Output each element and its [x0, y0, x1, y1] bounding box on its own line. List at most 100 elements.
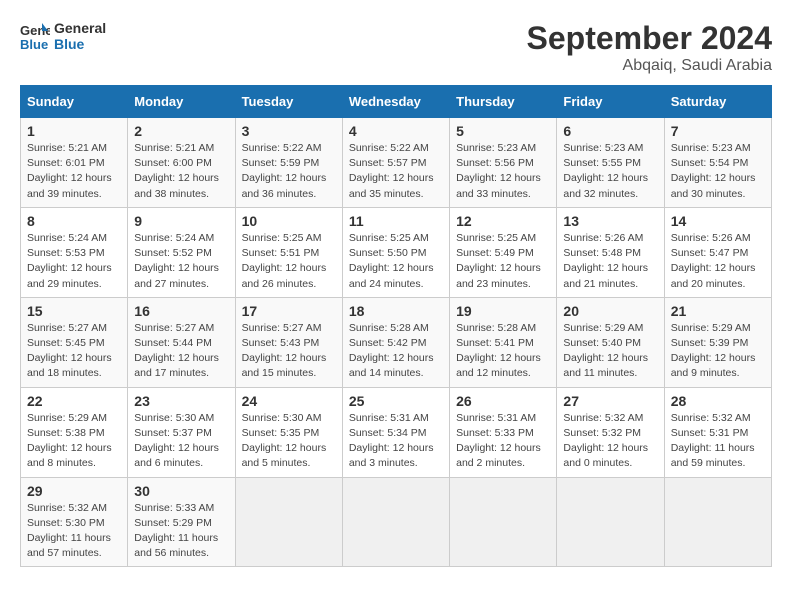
- day-info: Sunrise: 5:27 AM Sunset: 5:43 PM Dayligh…: [242, 321, 336, 382]
- logo: General Blue General Blue: [20, 20, 106, 52]
- day-info: Sunrise: 5:21 AM Sunset: 6:01 PM Dayligh…: [27, 141, 121, 202]
- calendar-cell: 7 Sunrise: 5:23 AM Sunset: 5:54 PM Daylig…: [664, 118, 771, 208]
- day-info: Sunrise: 5:32 AM Sunset: 5:31 PM Dayligh…: [671, 411, 765, 472]
- calendar-cell: 13 Sunrise: 5:26 AM Sunset: 5:48 PM Dayli…: [557, 207, 664, 297]
- calendar-week-3: 22Sunrise: 5:29 AM Sunset: 5:38 PM Dayli…: [21, 387, 772, 477]
- calendar-cell: 27 Sunrise: 5:32 AM Sunset: 5:32 PM Dayli…: [557, 387, 664, 477]
- day-number: 18: [349, 303, 443, 319]
- calendar-week-1: 8Sunrise: 5:24 AM Sunset: 5:53 PM Daylig…: [21, 207, 772, 297]
- day-info: Sunrise: 5:22 AM Sunset: 5:57 PM Dayligh…: [349, 141, 443, 202]
- day-info: Sunrise: 5:25 AM Sunset: 5:51 PM Dayligh…: [242, 231, 336, 292]
- calendar-cell: 29 Sunrise: 5:32 AM Sunset: 5:30 PM Dayli…: [21, 477, 128, 567]
- day-number: 2: [134, 123, 228, 139]
- day-number: 5: [456, 123, 550, 139]
- day-info: Sunrise: 5:21 AM Sunset: 6:00 PM Dayligh…: [134, 141, 228, 202]
- day-number: 20: [563, 303, 657, 319]
- day-info: Sunrise: 5:28 AM Sunset: 5:41 PM Dayligh…: [456, 321, 550, 382]
- day-info: Sunrise: 5:23 AM Sunset: 5:56 PM Dayligh…: [456, 141, 550, 202]
- day-number: 27: [563, 393, 657, 409]
- day-info: Sunrise: 5:27 AM Sunset: 5:44 PM Dayligh…: [134, 321, 228, 382]
- calendar-cell: 12 Sunrise: 5:25 AM Sunset: 5:49 PM Dayli…: [450, 207, 557, 297]
- day-number: 7: [671, 123, 765, 139]
- day-number: 15: [27, 303, 121, 319]
- logo-line1: General: [54, 20, 106, 36]
- day-header-monday: Monday: [128, 86, 235, 118]
- day-number: 10: [242, 213, 336, 229]
- calendar-week-2: 15 Sunrise: 5:27 AM Sunset: 5:45 PM Dayli…: [21, 297, 772, 387]
- day-number: 14: [671, 213, 765, 229]
- calendar-cell: 10 Sunrise: 5:25 AM Sunset: 5:51 PM Dayli…: [235, 207, 342, 297]
- day-info: Sunrise: 5:23 AM Sunset: 5:55 PM Dayligh…: [563, 141, 657, 202]
- day-info: Sunrise: 5:26 AM Sunset: 5:47 PM Dayligh…: [671, 231, 765, 292]
- calendar-cell: 15 Sunrise: 5:27 AM Sunset: 5:45 PM Dayli…: [21, 297, 128, 387]
- day-number: 6: [563, 123, 657, 139]
- day-header-saturday: Saturday: [664, 86, 771, 118]
- location: Abqaiq, Saudi Arabia: [527, 57, 772, 75]
- svg-text:Blue: Blue: [20, 37, 48, 51]
- calendar-cell: 16 Sunrise: 5:27 AM Sunset: 5:44 PM Dayli…: [128, 297, 235, 387]
- day-info: Sunrise: 5:30 AM Sunset: 5:35 PM Dayligh…: [242, 411, 336, 472]
- logo-icon: General Blue: [20, 21, 50, 51]
- day-info: Sunrise: 5:26 AM Sunset: 5:48 PM Dayligh…: [563, 231, 657, 292]
- day-info: Sunrise: 5:30 AM Sunset: 5:37 PM Dayligh…: [134, 411, 228, 472]
- day-number: 16: [134, 303, 228, 319]
- calendar-cell: 20Sunrise: 5:29 AM Sunset: 5:40 PM Dayli…: [557, 297, 664, 387]
- day-info: Sunrise: 5:24 AM Sunset: 5:52 PM Dayligh…: [134, 231, 228, 292]
- calendar-cell: 26 Sunrise: 5:31 AM Sunset: 5:33 PM Dayli…: [450, 387, 557, 477]
- calendar-cell: [450, 477, 557, 567]
- day-number: 9: [134, 213, 228, 229]
- day-info: Sunrise: 5:27 AM Sunset: 5:45 PM Dayligh…: [27, 321, 121, 382]
- day-info: Sunrise: 5:22 AM Sunset: 5:59 PM Dayligh…: [242, 141, 336, 202]
- day-info: Sunrise: 5:32 AM Sunset: 5:30 PM Dayligh…: [27, 501, 121, 562]
- calendar-week-0: 1 Sunrise: 5:21 AM Sunset: 6:01 PM Daylig…: [21, 118, 772, 208]
- day-number: 17: [242, 303, 336, 319]
- calendar-cell: [557, 477, 664, 567]
- day-info: Sunrise: 5:25 AM Sunset: 5:49 PM Dayligh…: [456, 231, 550, 292]
- day-number: 25: [349, 393, 443, 409]
- day-header-thursday: Thursday: [450, 86, 557, 118]
- day-header-tuesday: Tuesday: [235, 86, 342, 118]
- day-header-friday: Friday: [557, 86, 664, 118]
- day-info: Sunrise: 5:23 AM Sunset: 5:54 PM Dayligh…: [671, 141, 765, 202]
- day-number: 22: [27, 393, 121, 409]
- day-number: 13: [563, 213, 657, 229]
- calendar-cell: 5 Sunrise: 5:23 AM Sunset: 5:56 PM Daylig…: [450, 118, 557, 208]
- day-number: 12: [456, 213, 550, 229]
- day-info: Sunrise: 5:31 AM Sunset: 5:34 PM Dayligh…: [349, 411, 443, 472]
- calendar-cell: 17 Sunrise: 5:27 AM Sunset: 5:43 PM Dayli…: [235, 297, 342, 387]
- calendar-cell: [342, 477, 449, 567]
- calendar-week-4: 29 Sunrise: 5:32 AM Sunset: 5:30 PM Dayli…: [21, 477, 772, 567]
- day-number: 30: [134, 483, 228, 499]
- calendar-cell: 3 Sunrise: 5:22 AM Sunset: 5:59 PM Daylig…: [235, 118, 342, 208]
- day-number: 26: [456, 393, 550, 409]
- calendar-cell: 24Sunrise: 5:30 AM Sunset: 5:35 PM Dayli…: [235, 387, 342, 477]
- calendar-cell: 1 Sunrise: 5:21 AM Sunset: 6:01 PM Daylig…: [21, 118, 128, 208]
- day-number: 11: [349, 213, 443, 229]
- calendar-cell: 22Sunrise: 5:29 AM Sunset: 5:38 PM Dayli…: [21, 387, 128, 477]
- calendar-cell: 9 Sunrise: 5:24 AM Sunset: 5:52 PM Daylig…: [128, 207, 235, 297]
- calendar-cell: 4Sunrise: 5:22 AM Sunset: 5:57 PM Daylig…: [342, 118, 449, 208]
- day-info: Sunrise: 5:29 AM Sunset: 5:39 PM Dayligh…: [671, 321, 765, 382]
- calendar-cell: 28Sunrise: 5:32 AM Sunset: 5:31 PM Dayli…: [664, 387, 771, 477]
- day-info: Sunrise: 5:31 AM Sunset: 5:33 PM Dayligh…: [456, 411, 550, 472]
- day-header-wednesday: Wednesday: [342, 86, 449, 118]
- calendar-cell: 6 Sunrise: 5:23 AM Sunset: 5:55 PM Daylig…: [557, 118, 664, 208]
- day-number: 1: [27, 123, 121, 139]
- page-header: General Blue General Blue September 2024…: [20, 20, 772, 75]
- calendar-cell: 18Sunrise: 5:28 AM Sunset: 5:42 PM Dayli…: [342, 297, 449, 387]
- day-number: 21: [671, 303, 765, 319]
- calendar-cell: [664, 477, 771, 567]
- calendar-table: SundayMondayTuesdayWednesdayThursdayFrid…: [20, 85, 772, 567]
- calendar-cell: 11 Sunrise: 5:25 AM Sunset: 5:50 PM Dayli…: [342, 207, 449, 297]
- day-info: Sunrise: 5:25 AM Sunset: 5:50 PM Dayligh…: [349, 231, 443, 292]
- calendar-cell: 23 Sunrise: 5:30 AM Sunset: 5:37 PM Dayli…: [128, 387, 235, 477]
- day-number: 29: [27, 483, 121, 499]
- day-info: Sunrise: 5:33 AM Sunset: 5:29 PM Dayligh…: [134, 501, 228, 562]
- day-number: 3: [242, 123, 336, 139]
- day-number: 23: [134, 393, 228, 409]
- logo-line2: Blue: [54, 36, 106, 52]
- day-info: Sunrise: 5:32 AM Sunset: 5:32 PM Dayligh…: [563, 411, 657, 472]
- day-header-sunday: Sunday: [21, 86, 128, 118]
- calendar-cell: 8Sunrise: 5:24 AM Sunset: 5:53 PM Daylig…: [21, 207, 128, 297]
- calendar-cell: 25 Sunrise: 5:31 AM Sunset: 5:34 PM Dayli…: [342, 387, 449, 477]
